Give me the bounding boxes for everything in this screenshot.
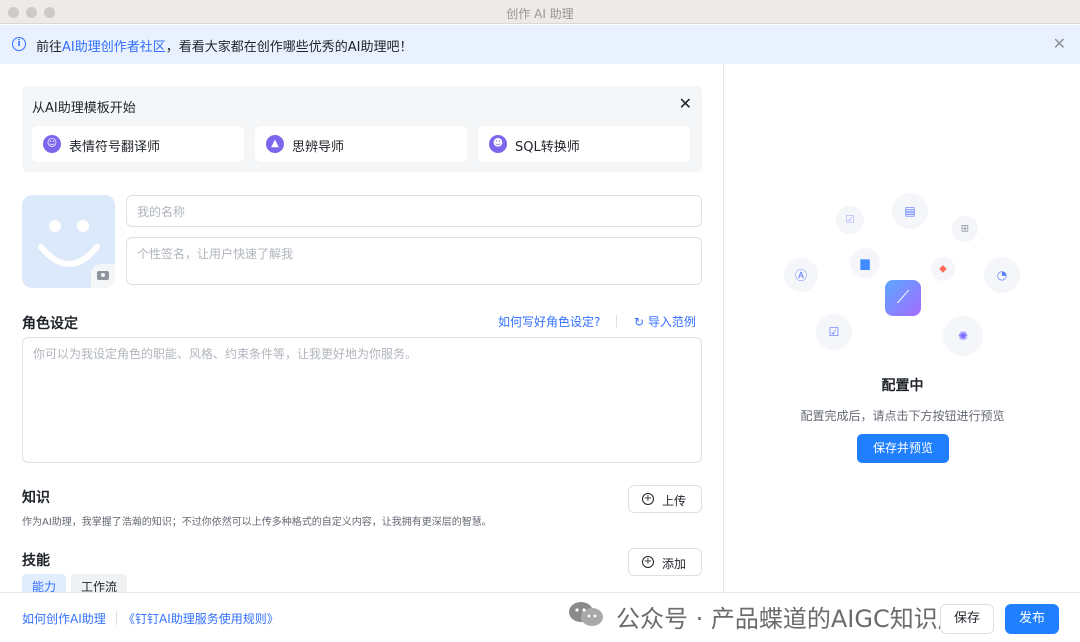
- divider: [616, 315, 617, 328]
- plus-circle-icon: +: [642, 493, 654, 505]
- skills-title: 技能: [22, 553, 50, 569]
- grid-icon: ⊞: [960, 223, 970, 235]
- footer: 如何创作AI助理 《钉钉AI助理服务使用规则》 公众号 · 产品蝶道的AIGC知…: [0, 592, 1080, 642]
- sql-converter-icon: ☻: [489, 135, 507, 153]
- refresh-icon: ↻: [634, 315, 645, 329]
- orbit-node: ✺: [943, 316, 983, 356]
- wechat-icon: [569, 602, 603, 626]
- watermark-text: 公众号 · 产品蝶道的AIGC知识库: [616, 605, 962, 633]
- add-skill-button[interactable]: + 添加: [628, 548, 702, 576]
- community-link[interactable]: AI助理创作者社区: [62, 40, 166, 55]
- role-textarea[interactable]: 你可以为我设定角色的职能、风格、约束条件等，让我更好地为你服务。: [22, 337, 702, 463]
- divider: [116, 611, 117, 625]
- knowledge-desc: 作为AI助理，我掌握了浩瀚的知识；不过你依然可以上传多种格式的自定义内容，让我拥…: [22, 517, 492, 528]
- preview-title: 配置中: [881, 378, 924, 394]
- notice-suffix: ，看看大家都在创作哪些优秀的AI助理吧！: [165, 40, 413, 55]
- notice-prefix: 前往: [36, 40, 63, 55]
- close-icon[interactable]: ✕: [679, 94, 692, 113]
- template-card-emoji-translator[interactable]: ☺ 表情符号翻译师: [32, 126, 244, 162]
- bio-placeholder: 个性签名，让用户快速了解我: [137, 247, 294, 261]
- config-panel: 从AI助理模板开始 ✕ ☺ 表情符号翻译师 ▲ 思辨导师 ☻ SQL转换师 我的…: [0, 64, 723, 592]
- publish-button[interactable]: 发布: [1005, 604, 1059, 634]
- orbit-node: ◆: [931, 257, 955, 281]
- window-titlebar: 创作 AI 助理: [0, 0, 1080, 24]
- save-and-preview-button[interactable]: 保存并预览: [857, 434, 949, 463]
- template-card-debate-tutor[interactable]: ▲ 思辨导师: [255, 126, 467, 162]
- orbit-node: ☑: [836, 206, 864, 234]
- translate-icon: Ⓐ: [794, 268, 808, 283]
- graduation-cap-icon: ▲: [266, 135, 284, 153]
- template-label: SQL转换师: [515, 140, 580, 155]
- file-icon: ▆: [860, 256, 870, 270]
- checkbox-icon: ☑: [845, 214, 855, 226]
- magic-wand-icon: ⟋: [885, 280, 921, 316]
- orbit-node: ◔: [984, 257, 1020, 293]
- template-label: 思辨导师: [292, 140, 345, 155]
- name-placeholder: 我的名称: [137, 205, 186, 219]
- calendar-check-icon: ☑: [828, 325, 840, 339]
- how-to-create-link[interactable]: 如何创作AI助理: [22, 610, 106, 627]
- add-skill-label: 添加: [662, 557, 687, 571]
- close-icon[interactable]: ✕: [1053, 36, 1066, 52]
- pdf-icon: ◆: [939, 263, 947, 275]
- role-placeholder: 你可以为我设定角色的职能、风格、约束条件等，让我更好地为你服务。: [33, 347, 418, 361]
- avatar[interactable]: [22, 195, 115, 288]
- role-help-link[interactable]: 如何写好角色设定?: [498, 313, 600, 330]
- emoji-translator-icon: ☺: [43, 135, 61, 153]
- orbit-node: Ⓐ: [784, 258, 818, 292]
- document-icon: ▤: [904, 204, 916, 218]
- save-button[interactable]: 保存: [940, 604, 994, 634]
- orbit-node: ▆: [850, 248, 880, 278]
- plus-circle-icon: +: [642, 556, 654, 568]
- role-title: 角色设定: [22, 316, 78, 332]
- name-input[interactable]: 我的名称: [126, 195, 702, 227]
- template-section: 从AI助理模板开始 ✕ ☺ 表情符号翻译师 ▲ 思辨导师 ☻ SQL转换师: [22, 86, 702, 172]
- upload-label: 上传: [662, 494, 687, 508]
- template-title: 从AI助理模板开始: [32, 101, 136, 116]
- orbit-node: ☑: [816, 314, 852, 350]
- atom-icon: ✺: [957, 329, 969, 343]
- knowledge-title: 知识: [22, 490, 50, 506]
- upload-button[interactable]: + 上传: [628, 485, 702, 513]
- pie-chart-icon: ◔: [996, 268, 1008, 282]
- info-icon: i: [12, 37, 26, 51]
- template-card-sql-converter[interactable]: ☻ SQL转换师: [478, 126, 690, 162]
- preview-desc: 配置完成后，请点击下方按钮进行预览: [800, 409, 1005, 423]
- service-rules-link[interactable]: 《钉钉AI助理服务使用规则》: [123, 610, 279, 627]
- notice-text: 前往AI助理创作者社区，看看大家都在创作哪些优秀的AI助理吧！: [36, 36, 412, 55]
- window-title: 创作 AI 助理: [506, 7, 574, 21]
- camera-icon[interactable]: [91, 264, 115, 288]
- tab-ability[interactable]: 能力: [22, 574, 67, 592]
- orbit-node: ⊞: [952, 216, 978, 242]
- import-example-link[interactable]: ↻ 导入范例: [634, 313, 696, 330]
- template-label: 表情符号翻译师: [69, 140, 161, 155]
- preview-panel: ☑ ▤ ⊞ Ⓐ ▆ ◆ ◔ ☑ ✺ ⟋ 配置中 配置完成后，请点击下方按钮进行预…: [723, 64, 1080, 592]
- notice-bar: i 前往AI助理创作者社区，看看大家都在创作哪些优秀的AI助理吧！ ✕: [0, 25, 1080, 64]
- import-example-label: 导入范例: [647, 315, 696, 329]
- tab-workflow[interactable]: 工作流: [71, 574, 128, 592]
- bio-input[interactable]: 个性签名，让用户快速了解我: [126, 237, 702, 285]
- orbit-node: ▤: [892, 193, 928, 229]
